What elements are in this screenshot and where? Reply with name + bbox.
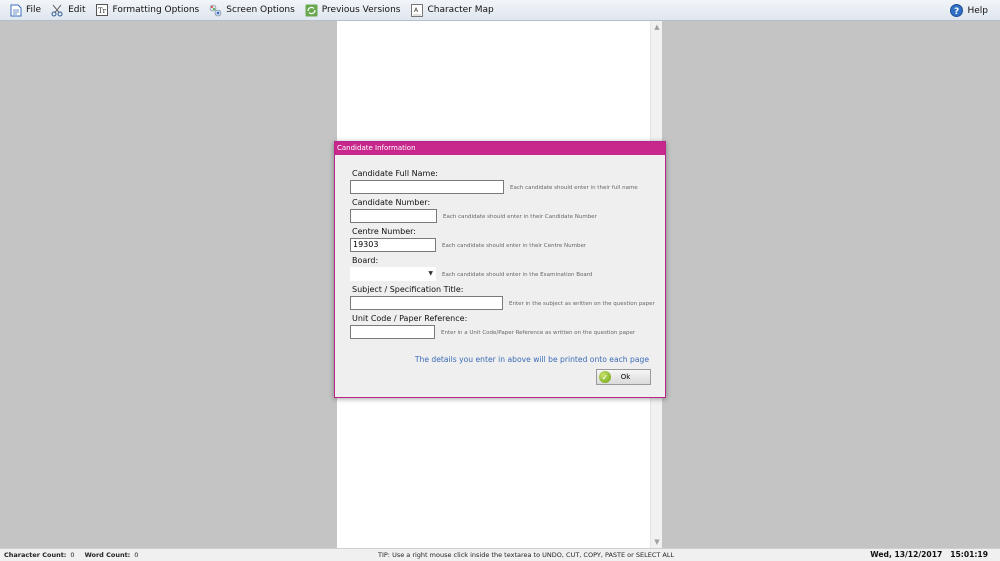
subject-input[interactable] xyxy=(350,296,503,310)
svg-text:?: ? xyxy=(954,7,959,17)
candidate-number-label: Candidate Number: xyxy=(352,198,431,207)
centre-number-hint: Each candidate should enter in their Cen… xyxy=(442,242,587,249)
character-count-value: 0 xyxy=(70,551,75,559)
centre-number-label: Centre Number: xyxy=(352,227,416,236)
full-name-hint: Each candidate should enter in their ful… xyxy=(510,184,638,191)
subject-hint: Enter in the subject as written on the q… xyxy=(509,300,655,307)
unit-code-field-group: Unit Code / Paper Reference: Enter in a … xyxy=(350,314,635,339)
ok-button[interactable]: ✓ Ok xyxy=(596,369,651,385)
full-name-input[interactable] xyxy=(350,180,504,194)
full-name-field-group: Candidate Full Name: Each candidate shou… xyxy=(350,169,638,194)
checkmark-icon: ✓ xyxy=(599,371,611,383)
edit-menu[interactable]: Edit xyxy=(47,1,89,20)
help-label: Help xyxy=(967,5,988,16)
previous-versions-label: Previous Versions xyxy=(321,5,401,15)
character-map-menu[interactable]: A Character Map xyxy=(406,1,497,20)
word-count-value: 0 xyxy=(134,551,139,559)
unit-code-input[interactable] xyxy=(350,325,435,339)
chevron-down-icon[interactable]: ▼ xyxy=(428,270,433,277)
tip-text: TIP: Use a right mouse click inside the … xyxy=(378,551,675,559)
scroll-up-icon[interactable]: ▲ xyxy=(651,21,663,33)
palette-icon xyxy=(209,4,222,17)
svg-text:Tr: Tr xyxy=(98,7,107,15)
text-format-icon: Tr xyxy=(96,4,109,17)
formatting-options-menu[interactable]: Tr Formatting Options xyxy=(92,1,204,20)
screen-options-label: Screen Options xyxy=(226,5,295,15)
word-count-label: Word Count: xyxy=(84,551,131,559)
scroll-down-icon[interactable]: ▼ xyxy=(651,536,663,548)
full-name-label: Candidate Full Name: xyxy=(352,169,438,178)
toolbar: File Edit Tr Formatting Options Screen O… xyxy=(0,0,1000,21)
help-icon: ? xyxy=(950,4,964,17)
formatting-options-label: Formatting Options xyxy=(112,5,200,15)
candidate-information-dialog: Candidate Information Candidate Full Nam… xyxy=(334,141,666,398)
candidate-number-field-group: Candidate Number: Each candidate should … xyxy=(350,198,597,223)
board-label: Board: xyxy=(352,256,379,265)
previous-versions-menu[interactable]: Previous Versions xyxy=(301,1,405,20)
unit-code-label: Unit Code / Paper Reference: xyxy=(352,314,468,323)
datetime: Wed, 13/12/2017 15:01:19 xyxy=(870,550,988,559)
scissors-icon xyxy=(51,4,64,17)
board-select[interactable]: ▼ xyxy=(350,267,436,281)
dialog-title: Candidate Information xyxy=(335,142,665,155)
edit-menu-label: Edit xyxy=(68,5,86,15)
screen-options-menu[interactable]: Screen Options xyxy=(205,1,299,20)
file-menu-label: File xyxy=(26,5,42,15)
ok-button-label: Ok xyxy=(620,373,631,381)
subject-field-group: Subject / Specification Title: Enter in … xyxy=(350,285,655,310)
help-button[interactable]: ? Help xyxy=(946,1,992,20)
print-details-note: The details you enter in above will be p… xyxy=(414,355,649,364)
centre-number-input[interactable]: 19303 xyxy=(350,238,436,252)
character-map-icon: A xyxy=(410,3,423,17)
board-field-group: Board: ▼ Each candidate should enter in … xyxy=(350,256,592,281)
candidate-number-input[interactable] xyxy=(350,209,437,223)
candidate-number-hint: Each candidate should enter in their Can… xyxy=(443,213,597,220)
counts: Character Count: 0 Word Count: 0 xyxy=(4,551,144,559)
status-bar: Character Count: 0 Word Count: 0 TIP: Us… xyxy=(0,548,1000,561)
board-hint: Each candidate should enter in the Exami… xyxy=(442,271,593,278)
character-map-label: Character Map xyxy=(427,5,494,15)
file-menu[interactable]: File xyxy=(5,1,45,20)
recycle-icon xyxy=(305,4,318,17)
file-icon xyxy=(9,4,22,17)
subject-label: Subject / Specification Title: xyxy=(352,285,464,294)
centre-number-field-group: Centre Number: 19303 Each candidate shou… xyxy=(350,227,586,252)
unit-code-hint: Enter in a Unit Code/Paper Reference as … xyxy=(441,329,636,336)
character-count-label: Character Count: xyxy=(4,551,67,559)
